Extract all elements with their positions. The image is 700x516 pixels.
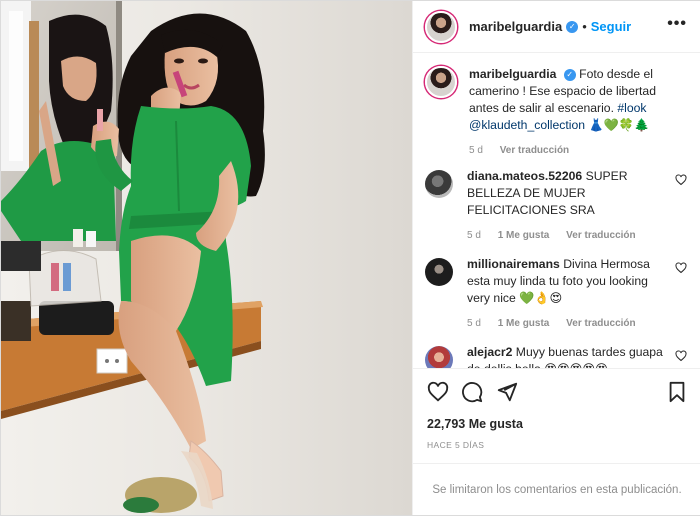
commenter-avatar[interactable] bbox=[425, 346, 453, 368]
makeup-bag bbox=[39, 301, 114, 335]
comment-item: diana.mateos.52206 SUPER BELLEZA DE MUJE… bbox=[425, 168, 693, 244]
comment-translate-link[interactable]: Ver traducción bbox=[566, 230, 635, 241]
bookmark-icon[interactable] bbox=[666, 381, 688, 403]
heart-icon[interactable] bbox=[427, 381, 449, 403]
likes-label: Me gusta bbox=[468, 417, 523, 431]
comment-meta: 5 d 1 Me gusta Ver traducción bbox=[467, 227, 667, 244]
post-time-ago[interactable]: HACE 5 DÍAS bbox=[427, 440, 484, 450]
comment-likes[interactable]: 1 Me gusta bbox=[498, 318, 550, 329]
caption-avatar[interactable] bbox=[425, 66, 457, 98]
comment-text: Muyy buenas tardes bbox=[515, 345, 626, 359]
more-options-icon[interactable]: ••• bbox=[667, 15, 687, 33]
wall-outlet bbox=[96, 348, 128, 374]
likes-summary[interactable]: 22,793 Me gusta bbox=[427, 417, 523, 431]
commenter-avatar[interactable] bbox=[425, 170, 453, 198]
caption-emojis: 👗💚🍀🌲 bbox=[588, 118, 650, 132]
author-avatar[interactable] bbox=[425, 10, 457, 43]
caption-meta: 5 d Ver traducción bbox=[469, 142, 679, 159]
comment-translate-link[interactable]: Ver traducción bbox=[566, 318, 635, 329]
author-username[interactable]: maribelguardia bbox=[469, 19, 562, 34]
comment-item: millionairemans Divina Hermosa esta muy … bbox=[425, 256, 693, 332]
comment-emojis: 💚👌😍 bbox=[519, 291, 563, 305]
like-comment-heart-icon[interactable] bbox=[675, 350, 687, 362]
comment-likes[interactable]: 1 Me gusta bbox=[498, 230, 550, 241]
caption-item: maribelguardia ✓ Foto desde el camerino … bbox=[425, 66, 693, 159]
follow-button[interactable]: Seguir bbox=[591, 19, 631, 34]
commenter-avatar[interactable] bbox=[425, 258, 453, 286]
action-bar bbox=[413, 368, 700, 416]
commenter-username[interactable]: alejacr2 bbox=[467, 345, 512, 359]
likes-count: 22,793 bbox=[427, 417, 466, 431]
instagram-post-window: maribelguardia ✓ • Seguir ••• maribelgua… bbox=[0, 0, 700, 516]
comment-icon[interactable] bbox=[461, 381, 483, 403]
comment-time[interactable]: 5 d bbox=[467, 230, 481, 241]
like-comment-heart-icon[interactable] bbox=[675, 174, 687, 186]
post-header: maribelguardia ✓ • Seguir ••• bbox=[413, 1, 700, 53]
post-sidebar: maribelguardia ✓ • Seguir ••• maribelgua… bbox=[412, 1, 700, 515]
comments-list[interactable]: maribelguardia ✓ Foto desde el camerino … bbox=[413, 54, 700, 368]
comment-meta: 5 d 1 Me gusta Ver traducción bbox=[467, 315, 667, 332]
verified-badge-icon: ✓ bbox=[563, 69, 576, 81]
verified-badge-icon: ✓ bbox=[566, 20, 579, 33]
caption-username[interactable]: maribelguardia bbox=[469, 67, 556, 81]
caption-translate-link[interactable]: Ver traducción bbox=[500, 145, 569, 156]
comment-time[interactable]: 5 d bbox=[467, 318, 481, 329]
like-comment-heart-icon[interactable] bbox=[675, 262, 687, 274]
share-icon[interactable] bbox=[496, 381, 518, 403]
comment-item: alejacr2 Muyy buenas tardes guapa de del… bbox=[425, 344, 693, 368]
comments-limited-notice: Se limitaron los comentarios en esta pub… bbox=[413, 463, 700, 515]
caption-hashtag[interactable]: #look bbox=[617, 101, 646, 115]
caption-mention[interactable]: @klaudeth_collection bbox=[469, 118, 585, 132]
commenter-username[interactable]: diana.mateos.52206 bbox=[467, 169, 582, 183]
photo-illustration bbox=[1, 1, 412, 515]
separator-dot: • bbox=[582, 19, 587, 34]
commenter-username[interactable]: millionairemans bbox=[467, 257, 560, 271]
post-photo[interactable] bbox=[1, 1, 412, 515]
caption-time[interactable]: 5 d bbox=[469, 145, 483, 156]
